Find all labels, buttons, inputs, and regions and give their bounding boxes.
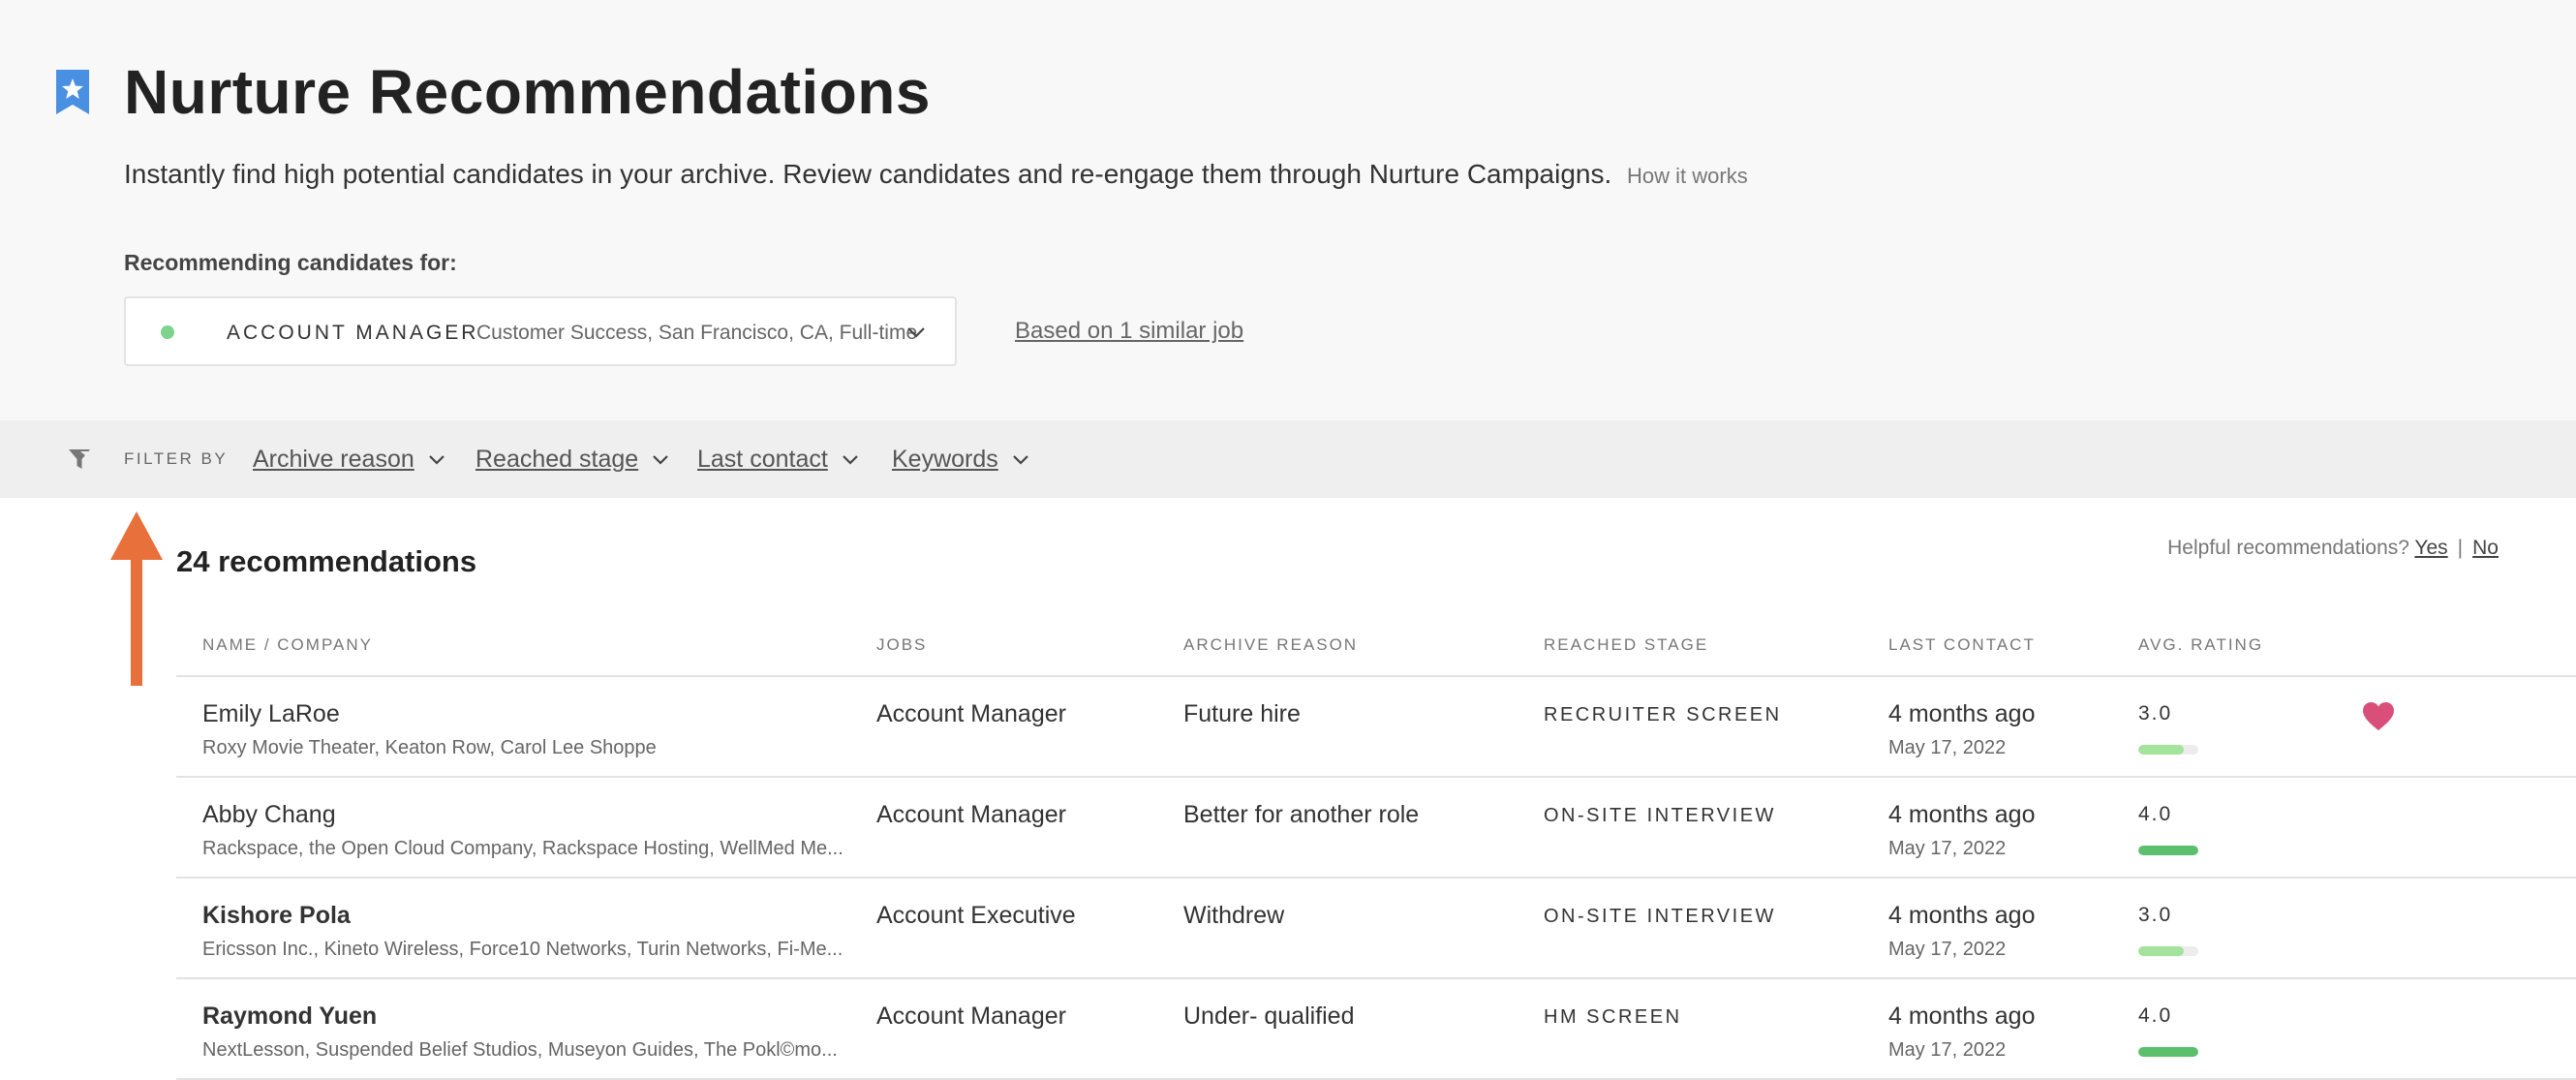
- candidate-name[interactable]: Raymond Yuen: [202, 1003, 377, 1031]
- candidate-job: Account Manager: [876, 801, 1066, 828]
- filter-archive-reason[interactable]: Archive reason: [253, 446, 445, 474]
- filter-archive-reason-label: Archive reason: [253, 446, 414, 473]
- chevron-down-icon: [907, 327, 925, 338]
- page-subtitle: Instantly find high potential candidates…: [124, 159, 1748, 190]
- filter-icon: [69, 449, 90, 469]
- column-header-archive-reason: ARCHIVE REASON: [1183, 635, 1359, 654]
- table-row[interactable]: Emily LaRoe Roxy Movie Theater, Keaton R…: [176, 677, 2576, 778]
- candidate-companies: Roxy Movie Theater, Keaton Row, Carol Le…: [202, 737, 657, 758]
- filter-bar: FILTER BY Archive reason Reached stage L…: [0, 420, 2576, 498]
- page-header: Nurture Recommendations Instantly find h…: [0, 0, 2576, 420]
- last-contact: 4 months ago: [1888, 801, 2036, 828]
- table-row[interactable]: Abby Chang Rackspace, the Open Cloud Com…: [176, 778, 2576, 879]
- column-header-avg-rating: AVG. RATING: [2138, 635, 2264, 654]
- last-contact-date: May 17, 2022: [1888, 939, 2007, 960]
- avg-rating: 3.0: [2138, 904, 2173, 926]
- recommending-label: Recommending candidates for:: [124, 250, 457, 275]
- chevron-down-icon: [428, 455, 445, 465]
- chevron-down-icon: [843, 455, 858, 465]
- reached-stage: ON-SITE INTERVIEW: [1544, 906, 1776, 927]
- rating-bar: [2138, 946, 2198, 956]
- table-row[interactable]: Kishore Pola Ericsson Inc., Kineto Wirel…: [176, 879, 2576, 979]
- last-contact-date: May 17, 2022: [1888, 838, 2007, 859]
- last-contact-date: May 17, 2022: [1888, 1039, 2007, 1061]
- filter-reached-stage[interactable]: Reached stage: [475, 446, 669, 474]
- column-header-name: NAME / COMPANY: [202, 635, 373, 654]
- avg-rating: 3.0: [2138, 702, 2173, 725]
- candidate-job: Account Manager: [876, 700, 1066, 727]
- filter-last-contact-label: Last contact: [697, 446, 828, 473]
- rating-bar: [2138, 846, 2198, 855]
- job-select[interactable]: ACCOUNT MANAGER Customer Success, San Fr…: [124, 296, 957, 366]
- helpful-no-link[interactable]: No: [2472, 537, 2499, 559]
- rating-bar-fill: [2138, 846, 2198, 855]
- job-status-dot: [161, 325, 174, 339]
- candidate-companies: NextLesson, Suspended Belief Studios, Mu…: [202, 1039, 838, 1061]
- candidate-name[interactable]: Emily LaRoe: [202, 700, 340, 728]
- avg-rating: 4.0: [2138, 803, 2173, 825]
- rating-bar-fill: [2138, 946, 2184, 956]
- filter-last-contact[interactable]: Last contact: [697, 446, 859, 474]
- how-it-works-link[interactable]: How it works: [1627, 164, 1748, 188]
- archive-reason: Under- qualified: [1183, 1003, 1355, 1030]
- filter-by-label: FILTER BY: [124, 449, 229, 468]
- candidate-companies: Rackspace, the Open Cloud Company, Racks…: [202, 838, 843, 859]
- filter-reached-stage-label: Reached stage: [475, 446, 639, 473]
- helpful-label: Helpful recommendations?: [2167, 537, 2409, 559]
- candidate-companies: Ericsson Inc., Kineto Wireless, Force10 …: [202, 939, 843, 960]
- rating-bar-fill: [2138, 745, 2184, 755]
- helpful-feedback: Helpful recommendations? Yes | No: [2167, 537, 2499, 560]
- column-header-reached-stage: REACHED STAGE: [1544, 635, 1709, 654]
- rating-bar: [2138, 745, 2198, 755]
- page-title: Nurture Recommendations: [124, 57, 931, 127]
- candidate-name[interactable]: Kishore Pola: [202, 902, 351, 930]
- subtitle-text: Instantly find high potential candidates…: [124, 159, 1612, 189]
- column-header-last-contact: LAST CONTACT: [1888, 635, 2036, 654]
- last-contact: 4 months ago: [1888, 1003, 2036, 1030]
- filter-keywords-label: Keywords: [892, 446, 998, 473]
- helpful-separator: |: [2457, 537, 2464, 559]
- archive-reason: Withdrew: [1183, 902, 1285, 929]
- chevron-down-icon: [653, 455, 668, 465]
- job-name: ACCOUNT MANAGER: [227, 322, 479, 344]
- last-contact-date: May 17, 2022: [1888, 737, 2007, 758]
- recommendation-count: 24 recommendations: [176, 544, 477, 578]
- rating-bar-fill: [2138, 1047, 2198, 1057]
- avg-rating: 4.0: [2138, 1004, 2173, 1027]
- candidate-name[interactable]: Abby Chang: [202, 801, 336, 829]
- filter-keywords[interactable]: Keywords: [892, 446, 1029, 474]
- rating-bar: [2138, 1047, 2198, 1057]
- helpful-yes-link[interactable]: Yes: [2414, 537, 2447, 559]
- last-contact: 4 months ago: [1888, 902, 2036, 929]
- candidate-job: Account Executive: [876, 902, 1076, 929]
- archive-reason: Better for another role: [1183, 801, 1420, 828]
- table-row[interactable]: Raymond Yuen NextLesson, Suspended Belie…: [176, 979, 2576, 1080]
- job-details: Customer Success, San Francisco, CA, Ful…: [476, 322, 918, 344]
- archive-reason: Future hire: [1183, 700, 1301, 727]
- heart-icon[interactable]: [2363, 702, 2394, 731]
- similar-job-link[interactable]: Based on 1 similar job: [1015, 318, 1243, 345]
- bookmark-star-icon: [56, 70, 89, 114]
- reached-stage: HM SCREEN: [1544, 1006, 1682, 1028]
- reached-stage: ON-SITE INTERVIEW: [1544, 805, 1776, 826]
- column-header-jobs: JOBS: [876, 635, 928, 654]
- reached-stage: RECRUITER SCREEN: [1544, 704, 1782, 725]
- last-contact: 4 months ago: [1888, 700, 2036, 727]
- candidate-job: Account Manager: [876, 1003, 1066, 1030]
- chevron-down-icon: [1012, 455, 1028, 465]
- arrow-up-icon: [110, 511, 163, 686]
